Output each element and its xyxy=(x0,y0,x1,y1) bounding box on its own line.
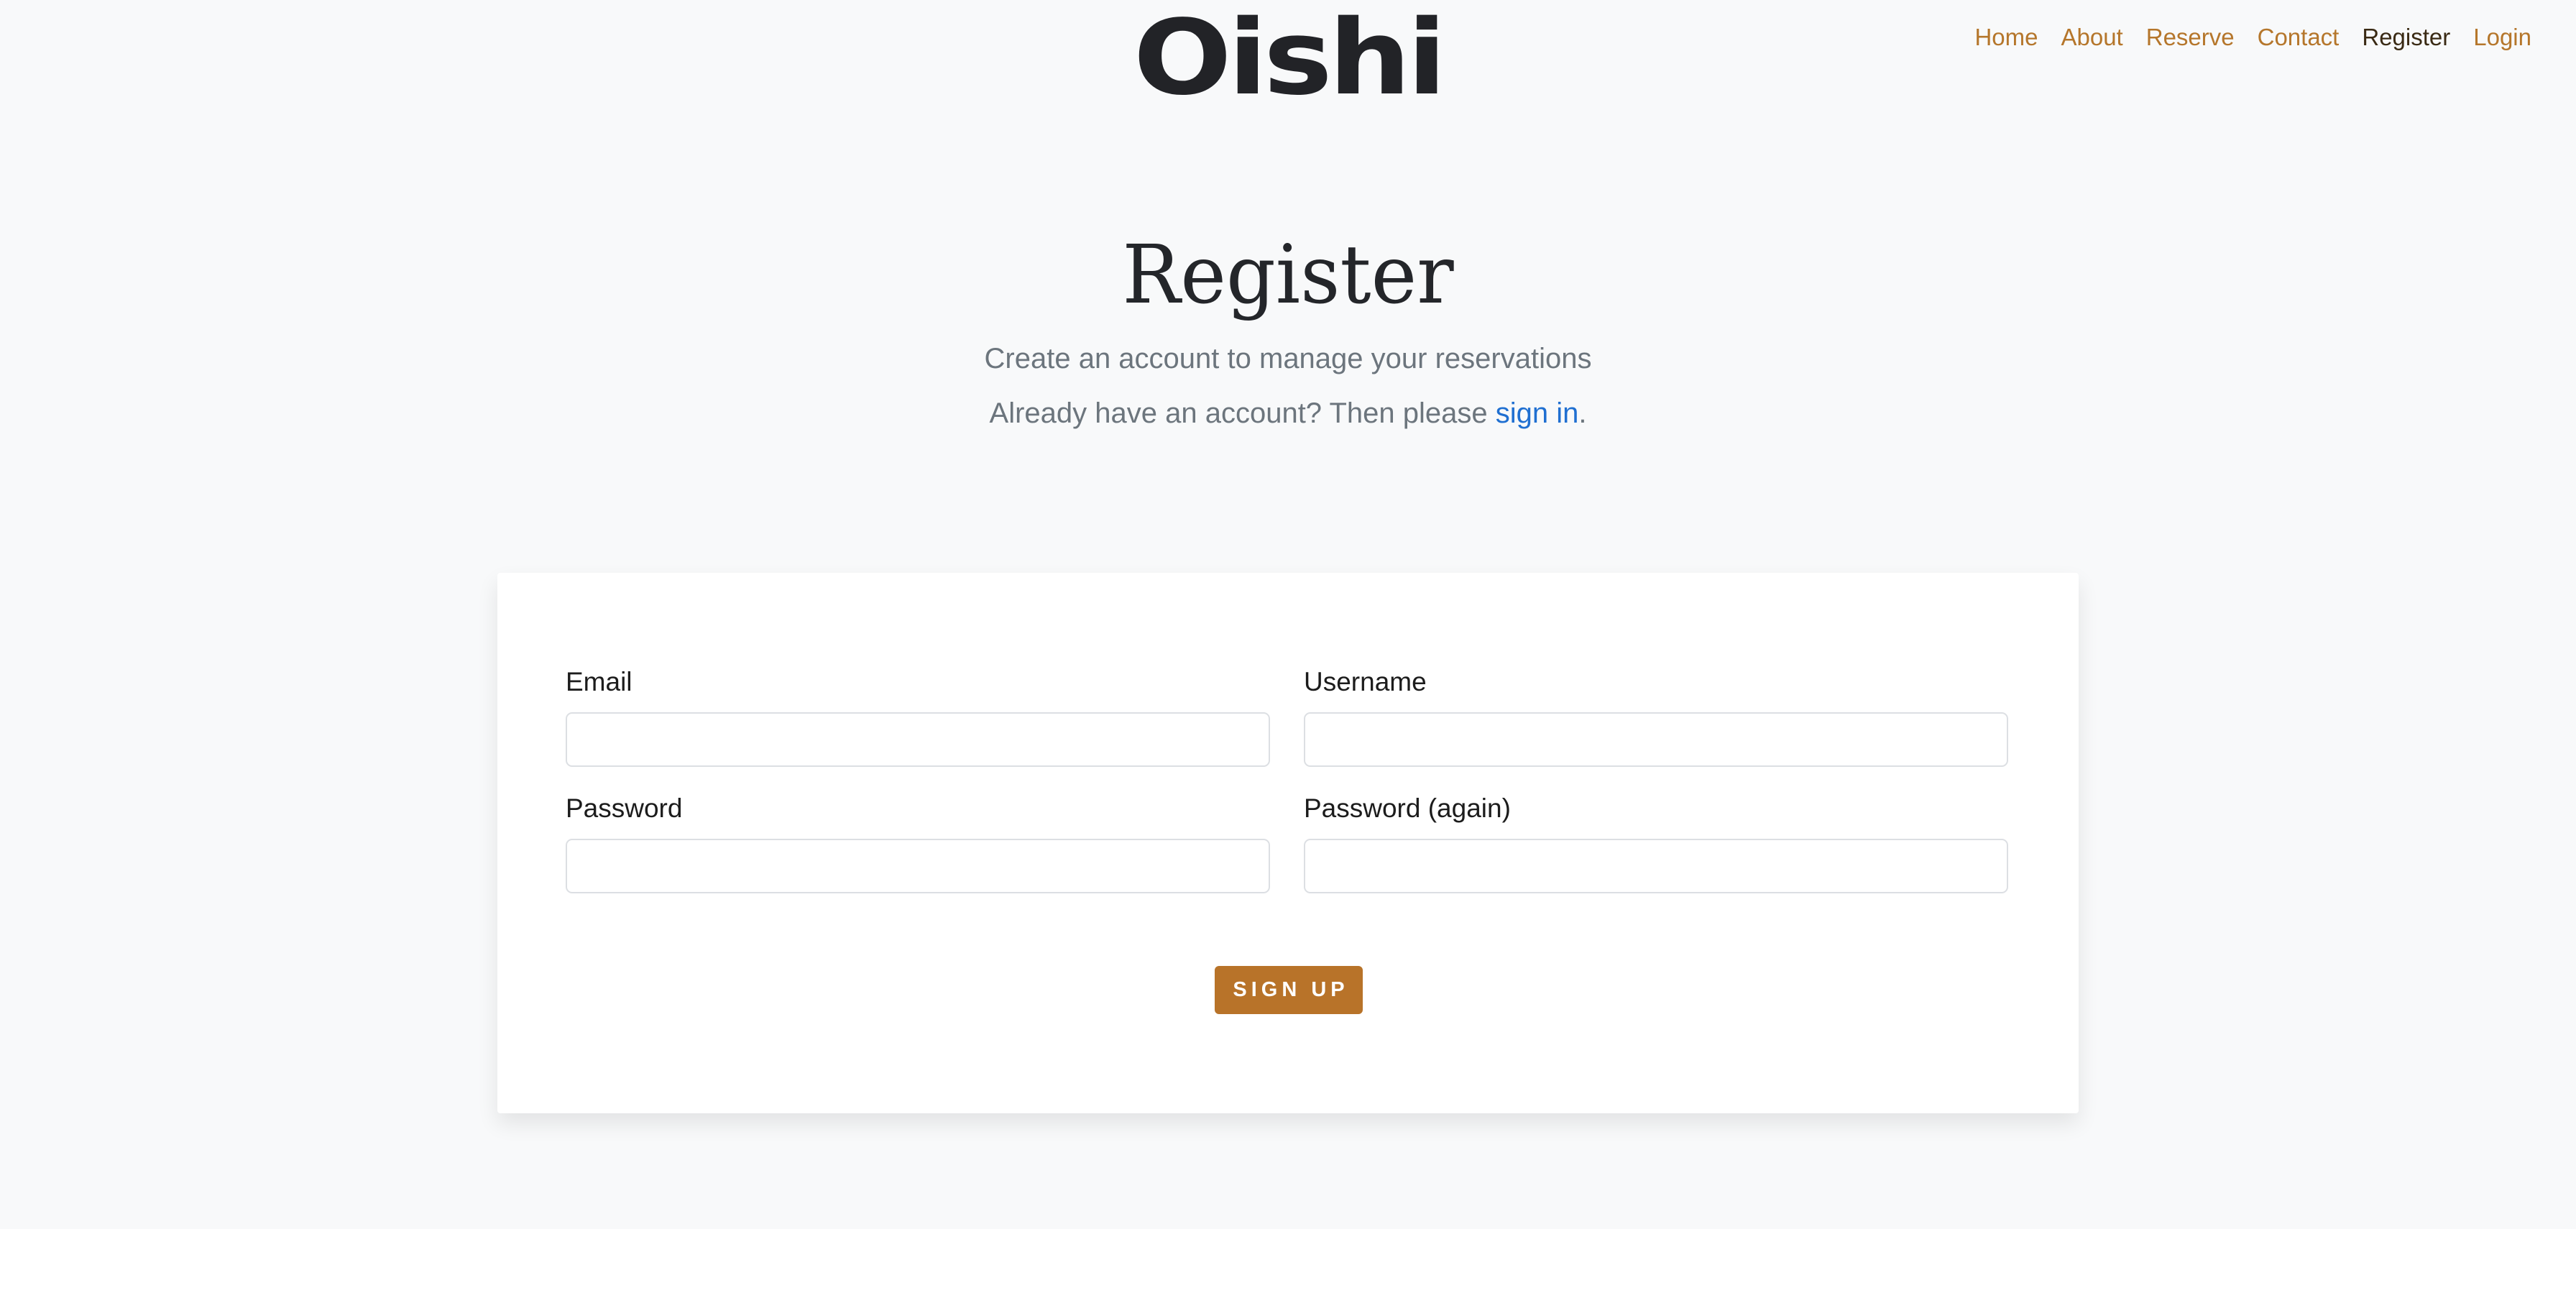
signin-prompt-suffix: . xyxy=(1578,397,1587,429)
nav-login-link[interactable]: Login xyxy=(2473,23,2531,52)
email-input[interactable] xyxy=(566,712,1270,767)
sign-in-link[interactable]: sign in xyxy=(1496,397,1579,429)
page-subtitle: Create an account to manage your reserva… xyxy=(984,343,1592,374)
username-field-group: Username xyxy=(1304,666,2008,767)
nav-about-link[interactable]: About xyxy=(2061,23,2122,52)
page-title: Register xyxy=(1122,229,1454,322)
sign-up-button[interactable]: SIGN UP xyxy=(1215,966,1363,1014)
password-again-label: Password (again) xyxy=(1304,793,1511,823)
nav-home-link[interactable]: Home xyxy=(1974,23,2038,52)
nav-register-link[interactable]: Register xyxy=(2362,23,2450,52)
username-label: Username xyxy=(1304,667,1427,696)
username-input[interactable] xyxy=(1304,712,2008,767)
email-field-group: Email xyxy=(566,666,1270,767)
top-nav: Home About Reserve Contact Register Logi… xyxy=(1974,23,2531,52)
password-label: Password xyxy=(566,793,683,823)
signin-prompt-text: Already have an account? Then please xyxy=(989,397,1496,429)
register-form-card: Email Username Password Password (again)… xyxy=(497,573,2079,1113)
password-again-field-group: Password (again) xyxy=(1304,793,2008,893)
nav-contact-link[interactable]: Contact xyxy=(2258,23,2340,52)
password-input[interactable] xyxy=(566,839,1270,893)
nav-reserve-link[interactable]: Reserve xyxy=(2146,23,2235,52)
email-label: Email xyxy=(566,667,632,696)
signin-prompt: Already have an account? Then please sig… xyxy=(0,395,2576,431)
brand-logo[interactable]: Oishi xyxy=(0,6,2576,109)
password-field-group: Password xyxy=(566,793,1270,893)
password-again-input[interactable] xyxy=(1304,839,2008,893)
